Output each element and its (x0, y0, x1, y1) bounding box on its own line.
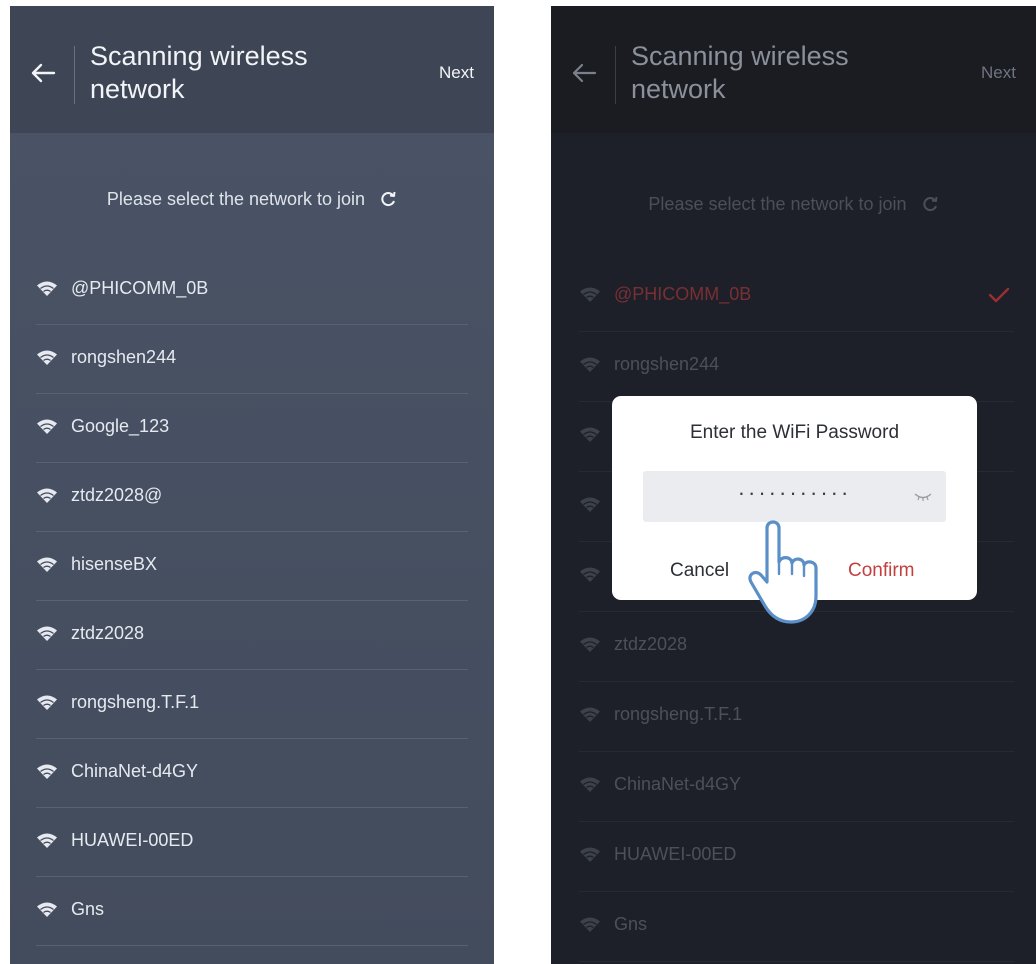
network-row[interactable]: rongshen244 (36, 325, 468, 394)
network-row[interactable]: ztdz2028@ (36, 463, 468, 532)
network-name: ztdz2028@ (71, 485, 163, 505)
network-row[interactable]: Gns (579, 892, 1014, 962)
wifi-icon (580, 847, 600, 862)
wifi-icon (37, 626, 57, 641)
network-row[interactable]: Gns (36, 877, 468, 946)
network-name: rongsheng.T.F.1 (614, 704, 743, 724)
select-network-prompt: Please select the network to join (10, 189, 494, 210)
password-input[interactable]: ··········· (643, 471, 946, 522)
wifi-icon (580, 637, 600, 652)
wifi-icon (580, 567, 600, 582)
prompt-text: Please select the network to join (106, 189, 366, 209)
header-divider (74, 46, 75, 104)
wifi-icon (580, 287, 600, 302)
network-name: ztdz2028 (71, 623, 145, 643)
wifi-icon (580, 357, 600, 372)
network-row[interactable]: ztdz2028 (36, 601, 468, 670)
password-value: ··········· (737, 480, 852, 505)
app-header: Scanning wireless network Next (551, 6, 1036, 133)
wifi-icon (580, 497, 600, 512)
wifi-icon (580, 707, 600, 722)
wifi-icon (37, 902, 57, 917)
dialog-title: Enter the WiFi Password (689, 422, 900, 443)
wifi-icon (37, 833, 57, 848)
wifi-icon (37, 764, 57, 779)
phone-screen-network-list: Scanning wireless network Next Please se… (10, 6, 494, 964)
wifi-icon (580, 917, 600, 932)
network-row[interactable]: Google_123 (36, 394, 468, 463)
network-row[interactable]: hisenseBX (36, 532, 468, 601)
cancel-button[interactable]: Cancel (670, 560, 729, 582)
network-row[interactable]: ChinaNet-d4GY (579, 752, 1014, 822)
wifi-icon (580, 777, 600, 792)
network-name: Gns (71, 899, 105, 919)
back-arrow-icon[interactable] (28, 58, 58, 88)
network-name: rongshen244 (614, 354, 720, 374)
network-list: @PHICOMM_0B rongshen244 Google_123 ztdz2028… (36, 256, 468, 946)
back-arrow-icon[interactable] (569, 58, 599, 88)
pointing-hand-icon (748, 520, 818, 624)
network-name: ChinaNet-d4GY (71, 761, 199, 781)
network-name: ChinaNet-d4GY (614, 774, 742, 794)
network-row[interactable]: @PHICOMM_0B (579, 262, 1014, 332)
network-name: rongshen244 (71, 347, 177, 367)
app-header: Scanning wireless network Next (10, 6, 494, 133)
phone-screen-password-dialog: Scanning wireless network Next Please se… (551, 6, 1036, 964)
wifi-icon (37, 557, 57, 572)
wifi-icon (37, 488, 57, 503)
select-network-prompt: Please select the network to join (551, 194, 1036, 215)
network-row[interactable]: HUAWEI-00ED (36, 808, 468, 877)
refresh-icon[interactable] (379, 190, 397, 208)
network-name: ztdz2028 (614, 634, 688, 654)
network-name: @PHICOMM_0B (614, 284, 752, 304)
header-divider (615, 46, 616, 104)
wifi-icon (37, 281, 57, 296)
network-name: @PHICOMM_0B (71, 278, 209, 298)
wifi-icon (580, 427, 600, 442)
page-title: Scanning wireless network (631, 41, 849, 104)
network-name: HUAWEI-00ED (614, 844, 737, 864)
prompt-text: Please select the network to join (648, 194, 907, 214)
refresh-icon[interactable] (921, 195, 939, 213)
network-row[interactable]: rongsheng.T.F.1 (579, 682, 1014, 752)
checkmark-icon (988, 287, 1010, 303)
network-name: hisenseBX (71, 554, 158, 574)
wifi-icon (37, 419, 57, 434)
wifi-icon (37, 350, 57, 365)
network-name: HUAWEI-00ED (71, 830, 194, 850)
network-name: rongsheng.T.F.1 (71, 692, 200, 712)
network-row[interactable]: HUAWEI-00ED (579, 822, 1014, 892)
next-button[interactable]: Next (981, 63, 1016, 83)
network-row[interactable]: rongsheng.T.F.1 (36, 670, 468, 739)
next-button[interactable]: Next (439, 63, 474, 83)
network-row[interactable]: @PHICOMM_0B (36, 256, 468, 325)
wifi-icon (37, 695, 57, 710)
confirm-button[interactable]: Confirm (848, 560, 915, 582)
network-row[interactable]: ChinaNet-d4GY (36, 739, 468, 808)
network-name: Google_123 (71, 416, 170, 436)
eye-closed-icon[interactable] (913, 491, 933, 501)
network-name: Gns (614, 914, 648, 934)
network-row[interactable]: rongshen244 (579, 332, 1014, 402)
page-title: Scanning wireless network (90, 41, 308, 104)
